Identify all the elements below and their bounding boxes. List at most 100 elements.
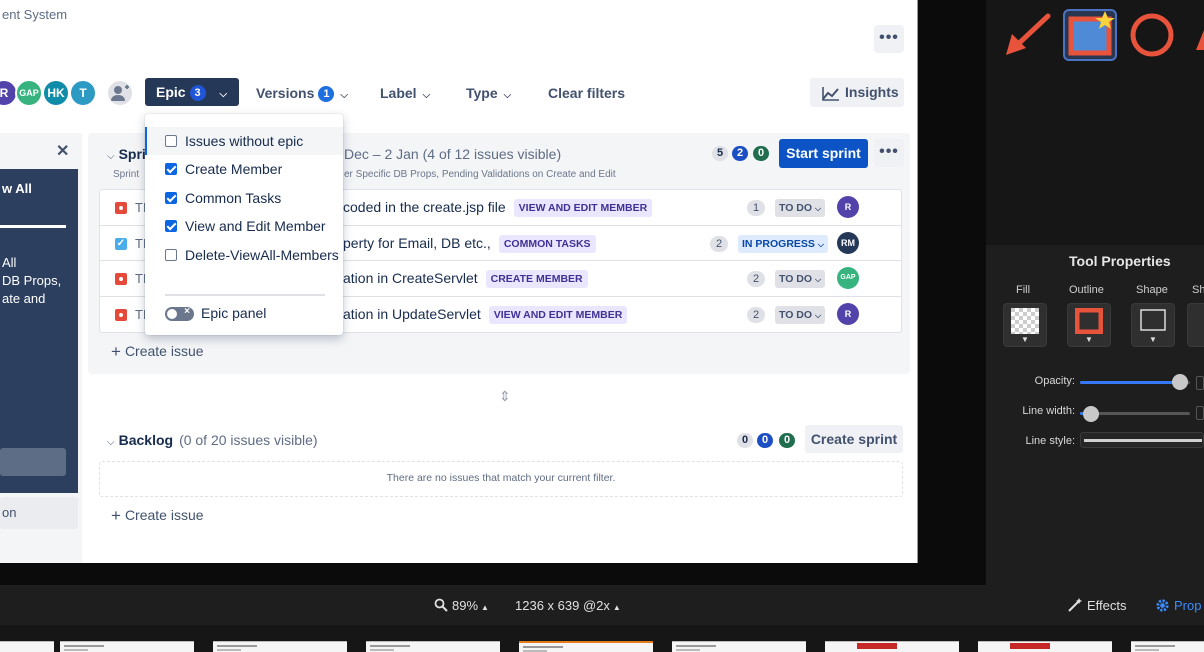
resize-handle-icon[interactable]: ⇕ xyxy=(499,388,511,405)
epic-card-button[interactable] xyxy=(0,448,66,476)
backlog-header[interactable]: ⌵ Backlog (0 of 20 issues visible) xyxy=(107,432,318,448)
filmstrip-thumbnail[interactable] xyxy=(366,641,500,652)
divider xyxy=(165,294,325,296)
filmstrip-thumbnail[interactable] xyxy=(978,641,1112,652)
shadow-swatch[interactable] xyxy=(1187,303,1204,347)
chevron-down-icon[interactable]: ⌵ xyxy=(107,437,115,448)
close-icon[interactable]: ✕ xyxy=(56,141,69,161)
header-more-button[interactable]: ••• xyxy=(874,25,904,53)
count-done: 0 xyxy=(753,146,769,161)
story-points: 2 xyxy=(710,235,728,252)
bug-icon xyxy=(115,273,127,285)
issue-summary: ation in CreateServlet CREATE MEMBER xyxy=(343,270,588,288)
line-width-stepper[interactable] xyxy=(1196,406,1204,420)
outline-swatch[interactable]: ▼ xyxy=(1067,303,1111,347)
epic-filter-dropdown: Issues without epic Create Member Common… xyxy=(145,114,343,335)
zoom-control[interactable]: 89% ▲ xyxy=(434,598,489,613)
epic-label[interactable]: VIEW AND EDIT MEMBER xyxy=(513,199,653,217)
sprint-dates: Dec – 2 Jan (4 of 12 issues visible) xyxy=(344,146,562,162)
checkbox[interactable] xyxy=(165,135,177,147)
rectangle-tool-button[interactable] xyxy=(1063,9,1117,61)
close-icon: × xyxy=(184,306,190,317)
checkbox[interactable] xyxy=(165,249,177,261)
status-dropdown[interactable]: TO DO ⌵ xyxy=(775,199,826,217)
empty-backlog-message: There are no issues that match your curr… xyxy=(99,461,903,497)
properties-button[interactable]: Prop xyxy=(1155,598,1201,613)
filmstrip-thumbnail[interactable] xyxy=(1131,641,1204,652)
caret-up-icon: ▲ xyxy=(612,603,621,612)
tool-properties-title: Tool Properties xyxy=(1069,253,1171,269)
insights-button[interactable]: Insights xyxy=(810,78,904,107)
sprint-goal-start: Sprint xyxy=(113,169,140,180)
avatar-hk[interactable]: HK xyxy=(42,79,70,107)
avatar-t[interactable]: T xyxy=(69,79,97,107)
magic-wand-icon xyxy=(1068,598,1082,612)
backlog-title: Backlog xyxy=(118,432,174,448)
chevron-down-icon[interactable]: ⌵ xyxy=(107,151,115,162)
checkbox-checked[interactable] xyxy=(165,192,177,204)
outline-color-icon xyxy=(1075,308,1103,334)
epic-label[interactable]: VIEW AND EDIT MEMBER xyxy=(488,305,628,324)
opacity-slider-knob[interactable] xyxy=(1172,374,1189,390)
epic-panel-footer-button[interactable]: on xyxy=(0,497,78,529)
filmstrip-thumbnail[interactable] xyxy=(213,641,347,652)
status-dropdown[interactable]: TO DO ⌵ xyxy=(775,270,826,288)
create-issue-button[interactable]: + Create issue xyxy=(111,506,204,526)
checkbox-checked[interactable] xyxy=(165,163,177,175)
epic-label[interactable]: COMMON TASKS xyxy=(498,234,596,253)
fill-swatch[interactable]: ▼ xyxy=(1003,303,1047,347)
opacity-stepper[interactable] xyxy=(1196,376,1204,390)
dropdown-item-issues-without-epic[interactable]: Issues without epic xyxy=(145,127,343,155)
filmstrip-thumbnail[interactable] xyxy=(672,641,806,652)
dropdown-item-common-tasks[interactable]: Common Tasks xyxy=(145,184,343,212)
status-dropdown[interactable]: TO DO ⌵ xyxy=(775,305,826,324)
filmstrip-thumbnail[interactable] xyxy=(60,641,194,652)
editor-canvas[interactable]: ent System ••• R GAP HK T Epic 3 ⌵ Versio… xyxy=(0,0,918,563)
add-people-icon[interactable] xyxy=(106,79,134,107)
caret-down-icon: ▼ xyxy=(1085,335,1093,344)
epic-panel-toggle[interactable]: × xyxy=(165,306,194,321)
versions-filter-button[interactable]: Versions 1 ⌵ xyxy=(256,79,348,107)
dropdown-item-create-member[interactable]: Create Member xyxy=(145,155,343,183)
epic-card[interactable]: w All All DB Props, ate and xyxy=(0,169,78,493)
screenshot-filmstrip xyxy=(0,625,1204,652)
assignee-avatar[interactable]: R xyxy=(837,302,859,325)
chevron-down-icon: ⌵ xyxy=(219,89,228,100)
chevron-down-icon: ⌵ xyxy=(503,90,512,101)
dropdown-item-view-and-edit-member[interactable]: View and Edit Member xyxy=(145,212,343,240)
filmstrip-thumbnail[interactable] xyxy=(0,641,54,652)
task-check-icon: ✓ xyxy=(115,237,127,250)
assignee-avatar[interactable]: GAP xyxy=(837,267,859,289)
epic-filter-button[interactable]: Epic 3 ⌵ xyxy=(145,78,239,106)
issue-summary: ation in UpdateServlet VIEW AND EDIT MEMB… xyxy=(343,305,628,324)
chevron-down-icon: ⌵ xyxy=(422,90,431,101)
line-style-select[interactable] xyxy=(1080,432,1204,448)
story-points: 2 xyxy=(747,306,765,323)
status-dropdown[interactable]: IN PROGRESS ⌵ xyxy=(738,234,828,253)
epic-label[interactable]: CREATE MEMBER xyxy=(485,270,588,288)
sprint-header[interactable]: ⌵ Spri xyxy=(107,146,146,162)
effects-button[interactable]: Effects xyxy=(1067,598,1127,613)
create-sprint-button[interactable]: Create sprint xyxy=(805,425,903,453)
shape-style-swatch[interactable]: ▼ xyxy=(1131,303,1175,347)
assignee-avatar[interactable]: RM xyxy=(837,231,859,254)
filmstrip-thumbnail[interactable] xyxy=(519,641,653,652)
epic-card-heading: w All xyxy=(2,181,32,196)
assignee-avatar[interactable]: R xyxy=(837,196,859,218)
bug-icon xyxy=(115,308,127,321)
project-title: ent System xyxy=(2,7,68,22)
start-sprint-button[interactable]: Start sprint xyxy=(779,139,868,168)
square-outline-icon xyxy=(1140,309,1166,331)
create-issue-button[interactable]: + Create issue xyxy=(111,342,204,362)
line-width-slider-knob[interactable] xyxy=(1083,406,1099,422)
image-dimensions-control[interactable]: 1236 x 639 @2x ▲ xyxy=(515,598,621,613)
dropdown-item-delete-viewall-members[interactable]: Delete-ViewAll-Members xyxy=(145,241,343,269)
checkbox-checked[interactable] xyxy=(165,220,177,232)
avatar-gap[interactable]: GAP xyxy=(15,79,43,107)
sprint-more-button[interactable]: ••• xyxy=(874,139,904,167)
clear-filters-link[interactable]: Clear filters xyxy=(548,79,625,107)
label-filter-button[interactable]: Label ⌵ xyxy=(380,79,430,107)
story-points: 1 xyxy=(747,200,765,216)
type-filter-button[interactable]: Type ⌵ xyxy=(466,79,511,107)
filmstrip-thumbnail[interactable] xyxy=(825,641,959,652)
